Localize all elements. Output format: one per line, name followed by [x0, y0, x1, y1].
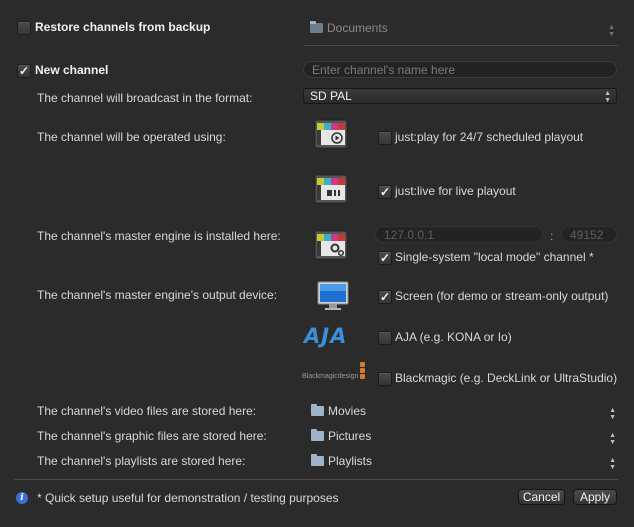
aja-checkbox[interactable]: [378, 331, 392, 345]
blackmagic-logo: Blackmagicdesign: [302, 373, 359, 380]
folder-icon: [311, 454, 324, 466]
video-storage-label: The channel's video files are stored her…: [37, 404, 257, 418]
graphic-storage-label: The channel's graphic files are stored h…: [37, 429, 267, 443]
aja-label: AJA (e.g. KONA or Io): [395, 330, 512, 344]
local-mode-checkbox[interactable]: ✓: [378, 251, 392, 265]
screen-checkbox[interactable]: ✓: [378, 290, 392, 304]
playlists-folder-popup[interactable]: Playlists ▲ ▼: [311, 453, 621, 471]
footer-divider: [14, 479, 618, 480]
engine-port-input[interactable]: 49152: [561, 226, 617, 243]
folder-icon: [311, 404, 324, 416]
graphic-folder-label: Pictures: [328, 429, 372, 443]
justlive-app-icon: [314, 174, 348, 204]
engine-ip-input[interactable]: 127.0.0.1: [375, 226, 543, 243]
output-label: The channel's master engine's output dev…: [37, 288, 278, 302]
aja-logo: AJA: [304, 324, 348, 348]
blackmagic-logo-mark: [360, 362, 366, 384]
video-folder-popup[interactable]: Movies ▲ ▼: [311, 403, 621, 421]
engine-app-icon: [314, 230, 348, 260]
format-value: SD PAL: [310, 89, 352, 103]
graphic-folder-popup[interactable]: Pictures ▲ ▼: [311, 428, 621, 446]
select-arrows-icon: ▲ ▼: [604, 90, 611, 104]
local-mode-label: Single-system "local mode" channel *: [395, 250, 594, 264]
engine-label: The channel's master engine is installed…: [37, 229, 281, 243]
blackmagic-checkbox[interactable]: [378, 372, 392, 386]
ip-port-colon: :: [550, 229, 554, 243]
video-folder-label: Movies: [328, 404, 367, 418]
folder-icon: [311, 429, 324, 441]
format-select[interactable]: SD PAL ▲ ▼: [303, 88, 617, 104]
justplay-checkbox[interactable]: [378, 131, 392, 145]
new-channel-label: New channel: [35, 63, 109, 77]
operated-label: The channel will be operated using:: [37, 130, 226, 144]
screen-display-icon: [317, 281, 349, 310]
playlists-folder-label: Playlists: [328, 454, 373, 468]
cancel-button[interactable]: Cancel: [518, 489, 565, 505]
folder-icon: [310, 21, 323, 33]
justlive-label: just:live for live playout: [395, 184, 516, 198]
new-channel-checkbox[interactable]: ✓: [17, 64, 31, 78]
screen-label: Screen (for demo or stream-only output): [395, 289, 609, 303]
blackmagic-label: Blackmagic (e.g. DeckLink or UltraStudio…: [395, 371, 618, 385]
justplay-label: just:play for 24/7 scheduled playout: [395, 130, 584, 144]
popup-arrows-icon: ▲ ▼: [609, 457, 616, 471]
restore-checkbox[interactable]: [17, 21, 31, 35]
info-icon: i: [16, 492, 28, 504]
divider: [304, 45, 618, 46]
popup-arrows-icon: ▲ ▼: [609, 407, 616, 421]
restore-folder-popup[interactable]: Documents ▲ ▼: [310, 20, 620, 38]
format-label: The channel will broadcast in the format…: [37, 91, 253, 105]
restore-label: Restore channels from backup: [35, 20, 211, 34]
footer-note: * Quick setup useful for demonstration /…: [37, 491, 339, 505]
popup-arrows-icon: ▲ ▼: [608, 24, 615, 38]
channel-name-input[interactable]: Enter channel's name here: [303, 61, 617, 78]
popup-arrows-icon: ▲ ▼: [609, 432, 616, 446]
justplay-app-icon: [314, 119, 348, 149]
restore-folder-label: Documents: [327, 21, 388, 35]
justlive-checkbox[interactable]: ✓: [378, 185, 392, 199]
playlists-storage-label: The channel's playlists are stored here:: [37, 454, 246, 468]
apply-button[interactable]: Apply: [573, 489, 617, 505]
